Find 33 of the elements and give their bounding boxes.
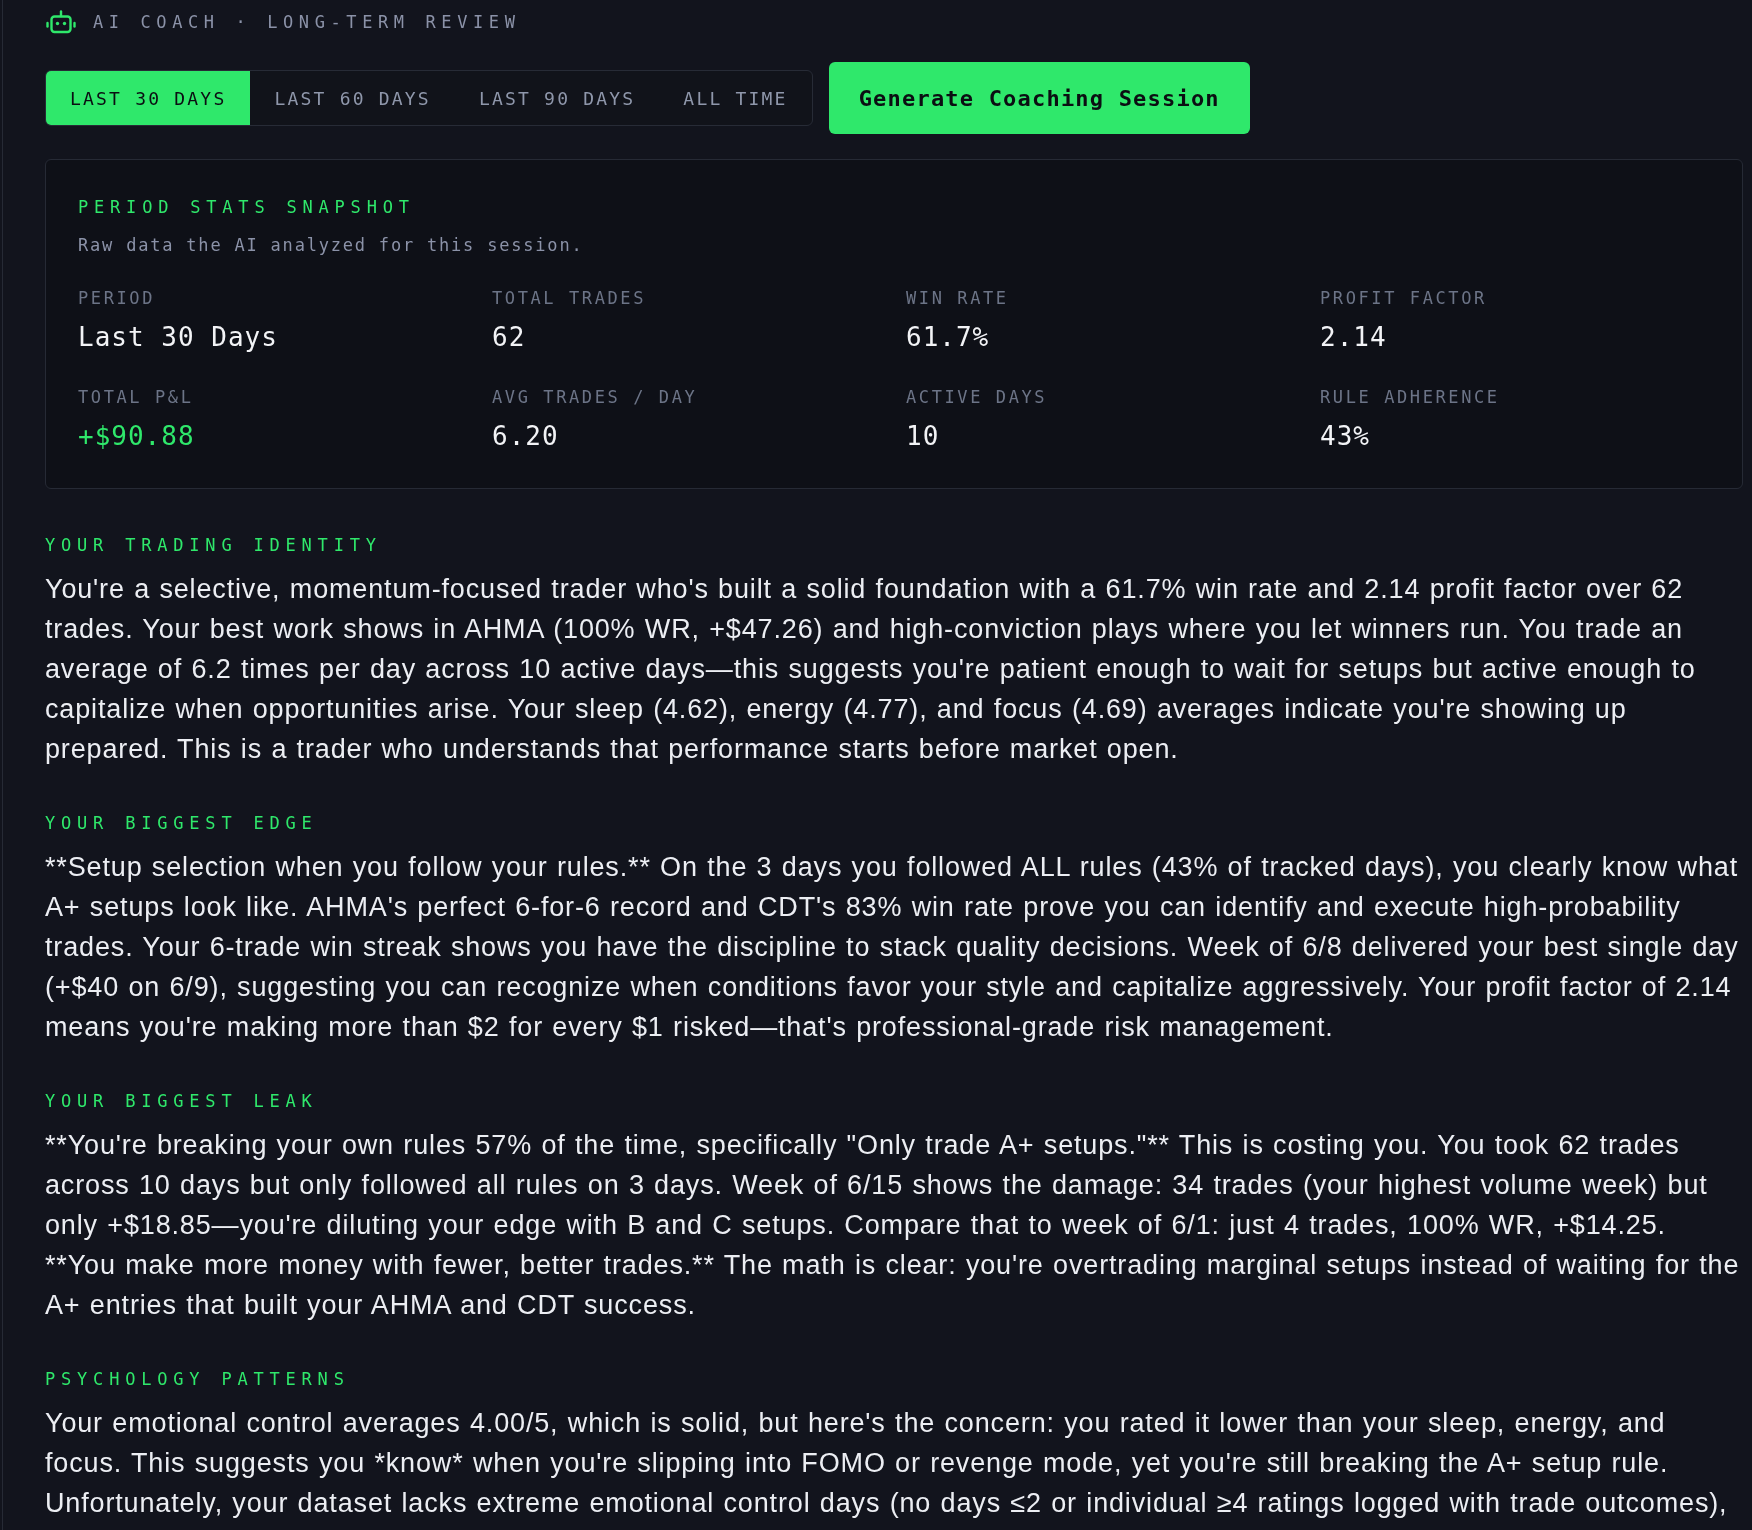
stat-value: 43%: [1320, 420, 1371, 453]
stat-label: PROFIT FACTOR: [1320, 287, 1488, 309]
stat-label: AVG TRADES / DAY: [492, 386, 699, 408]
generate-button[interactable]: Generate Coaching Session: [828, 62, 1250, 134]
period-tab[interactable]: ALL TIME: [659, 71, 812, 125]
section-heading: YOUR BIGGEST LEAK: [45, 1090, 319, 1112]
stat-label: RULE ADHERENCE: [1320, 386, 1501, 408]
stat-label: TOTAL P&L: [78, 386, 195, 408]
section-heading: YOUR TRADING IDENTITY: [45, 534, 383, 556]
page-title: AI COACH · LONG-TERM REVIEW: [93, 11, 521, 34]
section-heading: YOUR BIGGEST EDGE: [45, 812, 319, 834]
stat-value: 6.20: [492, 420, 560, 453]
period-tab[interactable]: LAST 60 DAYS: [250, 71, 455, 125]
card-title: PERIOD STATS SNAPSHOT: [78, 196, 416, 218]
period-tab[interactable]: LAST 90 DAYS: [454, 71, 660, 125]
stat-label: ACTIVE DAYS: [906, 386, 1049, 408]
section-heading: PSYCHOLOGY PATTERNS: [45, 1368, 351, 1390]
section-paragraph: Your emotional control averages 4.00/5, which is solid, but here's the concern: you rated it lower than your sleep, energy, and focus. This suggests you *know* when you're slipping into FOMO or revenge mode, yet you're still breaking the A+ setup rule. Unfortunately, your dataset lacks extreme emotional control days (no days ≤2 or individual ≥4 ratings logged with trade outcomes),: [45, 1407, 1729, 1520]
stat-label: TOTAL TRADES: [492, 287, 648, 309]
stat-value: 10: [906, 420, 941, 453]
section-paragraph: You're a selective, momentum-focused trader who's built a solid foundation with a 61.7% win rate and 2.14 profit factor over 62 trades. Your best work shows in AHMA (100% WR, +$47.26) and high-conviction plays where you let winners run. You trade an average of 6.2 times per day across 10 active days—this suggests you're patient enough to wait for setups but active enough to capitalize when opportunities arise. Your sleep (4.62), energy (4.77), and focus (4.69) averages indicate you're showing up prepared. This is a trader who understands that performance starts before market open.: [45, 573, 1697, 766]
card-subtitle: Raw data the AI analyzed for this session.: [78, 234, 585, 256]
stat-label: PERIOD: [78, 287, 156, 309]
stat-value: 61.7%: [906, 321, 991, 354]
stat-value: 62: [492, 321, 527, 354]
stat-value: 2.14: [1320, 321, 1388, 354]
stat-value: Last 30 Days: [78, 321, 279, 354]
stat-value: +$90.88: [78, 420, 196, 453]
section-paragraph: **You're breaking your own rules 57% of the time, specifically "Only trade A+ setups."** This is costing you. You took 62 trades across 10 days but only followed all rules on 3 days. Week of 6/15 shows the damage: 34 trades (your highest volume week) but only +$18.85—you're diluting your edge with B and C setups. Compare that to week of 6/1: just 4 trades, 100% WR, +$14.25. **You make more money with fewer, better trades.** The math is clear: you're overtrading marginal setups instead of waiting for the A+ entries that built your AHMA and CDT success.: [45, 1129, 1741, 1322]
period-tab[interactable]: LAST 30 DAYS: [46, 71, 251, 125]
robot-icon: [46, 10, 76, 34]
stat-label: WIN RATE: [906, 287, 1010, 309]
section-paragraph: **Setup selection when you follow your rules.** On the 3 days you followed ALL rules (43% of tracked days), you clearly know what A+ setups look like. AHMA's perfect 6-for-6 record and CDT's 83% win rate prove you can identify and execute high-probability trades. Your 6-trade win streak shows you have the discipline to stack quality decisions. Week of 6/8 delivered your best single day (+$40 on 6/9), suggesting you can recognize when conditions favor your style and capitalize aggressively. Your profit factor of 2.14 means you're making more than $2 for every $1 risked—that's professional-grade risk management.: [45, 851, 1740, 1044]
